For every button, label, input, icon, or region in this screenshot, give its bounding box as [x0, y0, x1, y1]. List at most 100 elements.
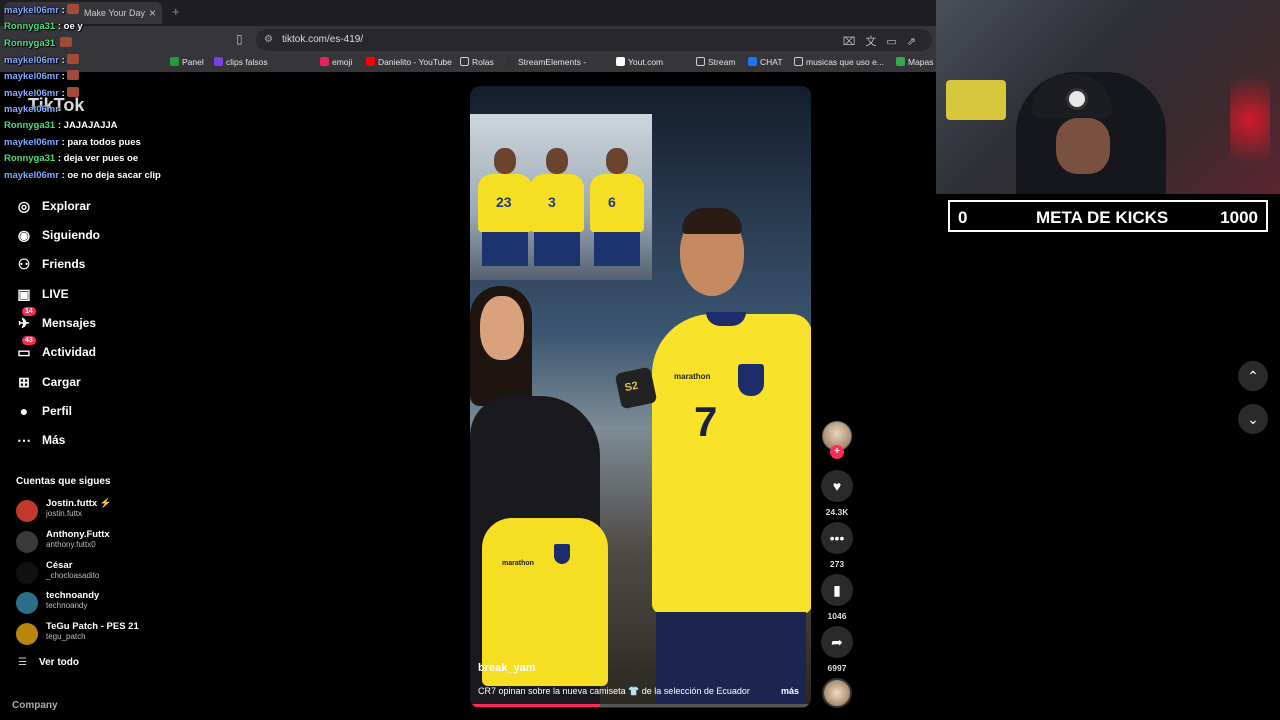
- bookmark-favicon-icon: [214, 57, 223, 66]
- chat-message: Ronnyga31: [4, 37, 72, 49]
- chat-emote-icon: [66, 70, 79, 81]
- sidebar-item-label: Más: [42, 433, 66, 447]
- bookmark-item[interactable]: Stream: [696, 57, 735, 67]
- chat-username: maykel06mr: [4, 88, 59, 99]
- inset-player-number: 6: [608, 194, 616, 210]
- avatar: [16, 623, 38, 646]
- bookmark-item[interactable]: Panel: [170, 57, 204, 67]
- bookmark-favicon-icon: [696, 57, 705, 66]
- bookmark-item[interactable]: StreamElements -: [506, 57, 586, 67]
- sidebar-item-siguiendo[interactable]: ◉ Siguiendo: [14, 224, 100, 246]
- account-name: Jostin.futtx ⚡: [46, 498, 112, 509]
- account-handle: jostin.futtx: [46, 509, 83, 518]
- sidebar-item-mensajes[interactable]: ✈ 14 Mensajes: [14, 307, 96, 334]
- chevron-up-icon: ⌃: [1247, 367, 1259, 384]
- address-actions-icon[interactable]: ⌧文▭⇗: [843, 33, 926, 49]
- chat-message: maykel06mr : oe no deja sacar clip: [4, 170, 161, 181]
- notification-badge: 43: [22, 336, 36, 345]
- share-button[interactable]: ➦: [821, 626, 853, 658]
- bookmark-favicon-icon: [170, 57, 179, 66]
- save-button[interactable]: ▮: [821, 574, 853, 606]
- bookmark-label: emoji: [332, 57, 353, 67]
- kicks-goal: 1000: [1220, 208, 1258, 227]
- sidebar-item-live[interactable]: ▣ LIVE: [14, 283, 68, 305]
- follow-plus-icon[interactable]: +: [830, 445, 844, 459]
- bookmark-label: Yout.com: [628, 57, 664, 67]
- close-tab-icon[interactable]: ×: [149, 6, 156, 20]
- sidebar-item-label: Actividad: [42, 345, 97, 359]
- stream-screen: Make Your Day × + ⚙ tiktok.com/es-419/ ⌧…: [0, 0, 1280, 720]
- shelf-decor: [946, 80, 1006, 120]
- chat-username: maykel06mr: [4, 136, 59, 148]
- compass-icon: ◎: [17, 197, 31, 214]
- notification-badge: 14: [22, 307, 36, 316]
- bookmark-item[interactable]: Yout.com: [616, 57, 663, 67]
- bookmark-label: Panel: [182, 57, 204, 67]
- chat-message: Ronnyga31 : JAJAJAJJA: [4, 120, 118, 131]
- kicks-title: META DE KICKS: [1036, 208, 1169, 227]
- next-video-button[interactable]: ⌄: [1238, 404, 1268, 434]
- video-player[interactable]: 23 3 6 marathon 7 S2 marathon break_yam CR…: [470, 86, 811, 708]
- streamer-face: [1056, 118, 1110, 174]
- address-bar[interactable]: ⚙ tiktok.com/es-419/ ⌧文▭⇗: [256, 29, 932, 51]
- new-tab-icon[interactable]: +: [172, 4, 180, 19]
- sidebar-item-friends[interactable]: ⚇ Friends: [14, 253, 86, 275]
- comment-button[interactable]: •••: [821, 522, 853, 554]
- video-username[interactable]: break_yam: [478, 662, 536, 674]
- chat-username: Ronnyga31: [4, 120, 56, 132]
- sidebar-item-actividad[interactable]: ▭ 43 Actividad: [14, 336, 97, 363]
- caption-more-link[interactable]: más: [781, 686, 799, 696]
- jersey-brand: marathon: [502, 560, 534, 567]
- site-info-icon[interactable]: ⚙: [264, 34, 273, 45]
- shirt-brand: marathon: [674, 372, 711, 381]
- bookmark-item[interactable]: emoji: [320, 57, 352, 67]
- jersey-image: marathon: [482, 518, 608, 686]
- bookmark-item[interactable]: Rolas: [460, 57, 494, 67]
- comment-icon: •••: [829, 530, 845, 546]
- player-figure: marathon 7: [646, 208, 811, 708]
- account-name: César: [46, 559, 73, 571]
- bookmark-favicon-icon: [506, 57, 515, 66]
- avatar: [16, 561, 38, 584]
- chat-text: :: [61, 88, 65, 99]
- chat-emote-icon: [59, 37, 72, 48]
- sidebar-item-explorar[interactable]: ◎ Explorar: [14, 195, 91, 217]
- bookmarks-bar: Panel clips falsos emoji Danielito - YouTub…: [0, 54, 936, 72]
- bookmark-favicon-icon: [794, 57, 803, 66]
- chat-text: : deja ver pues oe: [57, 153, 139, 165]
- sidebar-item-label: Perfil: [42, 404, 73, 418]
- following-icon: ◉: [17, 226, 31, 243]
- inset-player-number: 3: [548, 194, 556, 210]
- see-all-link[interactable]: ☰ Ver todo: [18, 657, 79, 668]
- bookmark-item[interactable]: musicas que uso e...: [794, 57, 884, 67]
- url-text: tiktok.com/es-419/: [282, 34, 364, 45]
- chat-text: :: [61, 71, 65, 83]
- bookmark-item[interactable]: clips falsos: [214, 57, 268, 67]
- sidebar-item-ms[interactable]: ⋯ Más: [14, 429, 65, 451]
- bookmark-item[interactable]: Danielito - YouTube: [366, 57, 452, 67]
- chat-message: maykel06mr: [4, 104, 59, 115]
- chat-username: maykel06mr: [4, 54, 59, 66]
- company-link[interactable]: Company: [12, 700, 58, 711]
- bookmark-star-icon[interactable]: ▯: [236, 32, 243, 46]
- sidebar-item-perfil[interactable]: ● Perfil: [14, 400, 72, 422]
- chat-message: maykel06mr :: [4, 87, 79, 99]
- bookmark-item[interactable]: CHAT: [748, 57, 783, 67]
- like-button[interactable]: ♥: [821, 470, 853, 502]
- bookmark-icon: ▮: [833, 581, 841, 598]
- chat-text: :: [61, 5, 65, 16]
- chat-message: maykel06mr :: [4, 70, 79, 82]
- account-handle: _chocloasadito: [46, 570, 100, 580]
- account-name: Anthony.Futtx: [46, 528, 110, 540]
- inset-player: 23: [476, 148, 534, 268]
- share-icon: ➦: [831, 633, 843, 650]
- previous-video-button[interactable]: ⌃: [1238, 361, 1268, 391]
- sidebar-item-cargar[interactable]: ⊞ Cargar: [14, 371, 81, 393]
- chat-username: maykel06mr: [4, 170, 59, 181]
- kicks-current: 0: [958, 208, 968, 227]
- account-handle: anthony.futtx0: [46, 539, 96, 549]
- music-disc-icon[interactable]: [822, 678, 852, 708]
- video-progress-bar[interactable]: [470, 704, 811, 707]
- bookmark-item[interactable]: Mapas: [896, 57, 934, 67]
- chat-username: maykel06mr: [4, 103, 59, 115]
